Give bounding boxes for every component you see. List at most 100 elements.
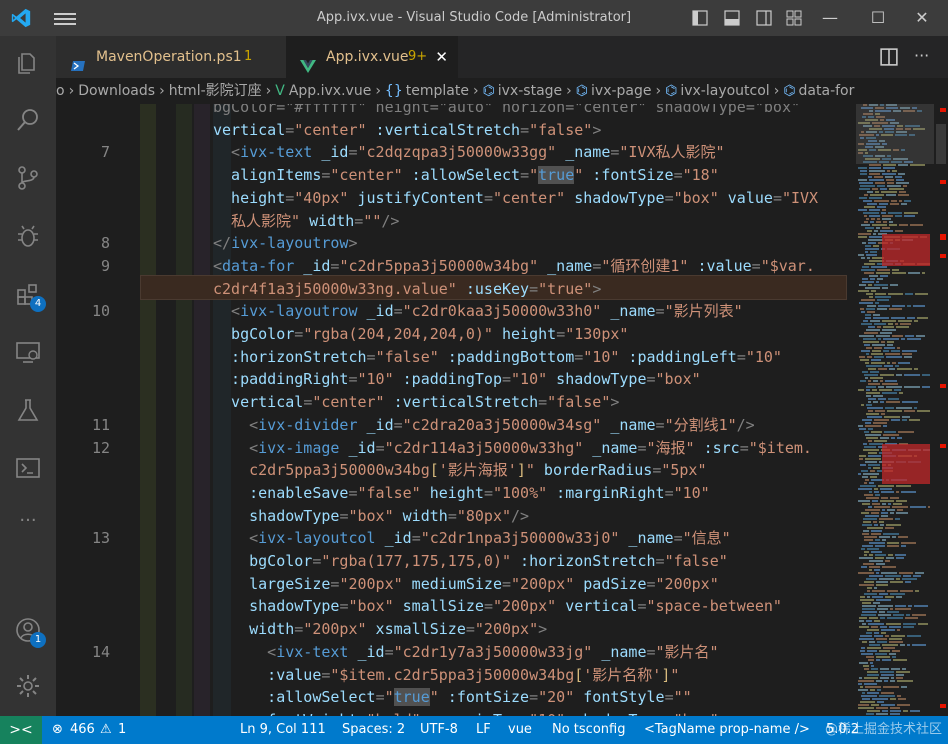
more-views-icon[interactable]: ··· [14,510,42,538]
code-line: shadowType="box" smallSize="200px" verti… [213,597,782,616]
vertical-scrollbar[interactable] [934,104,948,716]
symbol-icon: ⌬ [665,83,678,99]
vue-file-icon [300,49,316,73]
code-line: <ivx-divider _id="c2dra20a3j50000w34sg" … [213,415,755,434]
tag-name-status[interactable]: <TagName prop-name /> [644,716,810,744]
run-debug-icon[interactable] [14,222,42,250]
line-number: 11 [91,415,110,434]
split-editor-icon[interactable] [880,48,898,66]
tsconfig-status[interactable]: No tsconfig [552,716,625,744]
code-line: c2dr5ppa3j50000w34bg['影片海报']" borderRadi… [213,461,707,480]
code-line: <data-for _id="c2dr5ppa3j50000w34bg" _na… [213,256,815,275]
tab-label: MavenOperation.ps1 [96,49,242,65]
terminal-icon[interactable] [14,454,42,482]
code-line: :allowSelect="true" :fontSize="20" fontS… [213,688,692,707]
minimap-content [858,104,930,715]
tab-close-icon[interactable]: ✕ [435,36,448,78]
watermark: @稀土掘金技术社区 [824,722,942,737]
code-line: fontWeight="bold" :marginTop="10" shadow… [213,709,719,716]
code-line: vertical="center" :verticalStretch="fals… [213,120,602,139]
breadcrumb-item[interactable]: App.ivx.vue [289,78,371,104]
source-control-icon[interactable] [14,164,42,192]
code-line: </ivx-layoutrow> [213,234,358,253]
settings-gear-icon[interactable] [14,672,42,700]
editor-more-actions-icon[interactable]: ··· [914,46,929,65]
code-line: :enableSave="false" height="100%" :margi… [213,483,710,502]
customize-layout-icon[interactable] [786,10,802,26]
minimap[interactable] [856,104,934,716]
tab-app-ivx-vue[interactable]: App.ivx.vue 9+ ✕ [286,36,458,78]
code-line: alignItems="center" :allowSelect="true" … [213,166,719,185]
code-line: vertical="center" :verticalStretch="fals… [213,393,620,412]
code-line: <ivx-image _id="c2dr114a3j50000w33hg" _n… [213,438,812,457]
symbol-icon: ⌬ [575,83,589,99]
symbol-icon: ⌬ [482,83,495,99]
toggle-primary-sidebar-icon[interactable] [692,10,708,26]
code-line: <ivx-text _id="c2dqzqpa3j50000w33gg" _na… [213,143,725,162]
code-line: :value="$item.c2dr5ppa3j50000w34bg['影片名称… [213,665,680,684]
tab-problem-count: 1 [244,49,253,64]
symbol-icon: ⌬ [783,83,796,99]
tab-bar: MavenOperation.ps1 1 App.ivx.vue 9+ ✕ ··… [56,36,948,78]
warning-count[interactable]: 1 [118,716,126,744]
warning-icon: ⚠ [100,722,112,737]
code-line: c2dr4f1a3j50000w33ng.value" :useKey="tru… [213,279,602,298]
status-bar: >< ⊗ 466 ⚠ 1 Ln 9, Col 111 Spaces: 2 UTF… [0,716,948,744]
breadcrumb-item[interactable]: template [406,78,469,104]
tab-maven-operation[interactable]: MavenOperation.ps1 1 [56,36,286,78]
code-line: largeSize="200px" mediumSize="200px" pad… [213,574,719,593]
code-line: height="40px" justifyContent="center" sh… [213,188,819,207]
line-number: 14 [91,642,110,661]
cursor-position[interactable]: Ln 9, Col 111 [240,716,326,744]
accounts-badge: 1 [30,632,46,648]
minimap-slider[interactable] [856,104,934,164]
breadcrumb: o › Downloads › html-影院订座 › V App.ivx.vue ›{} tem… [56,78,948,104]
remote-explorer-icon[interactable] [14,338,42,366]
indent-guide [140,104,156,716]
breadcrumb-item[interactable]: ivx-layoutcol [680,78,769,104]
breadcrumb-item[interactable]: html-影院订座 [169,78,262,104]
line-number: 9 [100,256,110,275]
activity-bar: 4 ··· 1 [0,36,56,716]
code-editor[interactable]: bgColor="#ffffff" height="auto" horizon=… [56,104,856,716]
toggle-secondary-sidebar-icon[interactable] [756,10,772,26]
code-line: shadowType="box" width="80px"/> [213,506,530,525]
hamburger-menu-icon[interactable] [54,10,76,26]
code-line: :horizonStretch="false" :paddingBottom="… [213,347,782,366]
code-line: :paddingRight="10" :paddingTop="10" shad… [213,370,701,389]
close-window-button[interactable]: ✕ [908,4,936,32]
tab-problem-count: 9+ [408,49,428,64]
scrollbar-markers [936,108,946,708]
vscode-logo-icon [10,7,32,29]
end-of-line[interactable]: LF [476,716,491,744]
maximize-button[interactable]: ☐ [864,4,892,32]
code-line: <ivx-layoutrow _id="c2dr0kaa3j50000w33h0… [213,302,743,321]
error-count[interactable]: 466 [70,716,95,744]
code-line: 私人影院" width=""/> [213,211,400,230]
explorer-icon[interactable] [14,48,42,76]
indent-guide [176,104,192,716]
remote-indicator[interactable]: >< [0,716,42,744]
encoding[interactable]: UTF-8 [420,716,458,744]
line-number: 7 [100,143,110,162]
breadcrumb-item[interactable]: o [56,78,65,104]
code-line: bgColor="rgba(204,204,204,0)" height="13… [213,325,629,343]
indentation[interactable]: Spaces: 2 [342,716,405,744]
window-title: App.ivx.vue - Visual Studio Code [Admini… [316,10,632,25]
breadcrumb-item[interactable]: Downloads [78,78,155,104]
toggle-panel-icon[interactable] [724,10,740,26]
line-number: 10 [91,302,110,321]
breadcrumb-item[interactable]: ivx-stage [498,78,562,104]
code-line: <ivx-layoutcol _id="c2dr1npa3j50000w33j0… [213,529,731,548]
language-mode[interactable]: vue [508,716,532,744]
vue-file-icon: V [275,83,285,99]
symbol-icon: {} [384,83,403,99]
tab-label: App.ivx.vue [326,49,409,65]
breadcrumb-item[interactable]: ivx-page [591,78,651,104]
search-icon[interactable] [14,106,42,134]
minimize-button[interactable]: — [816,4,844,32]
line-number: 8 [100,234,110,253]
breadcrumb-item[interactable]: data-for [799,78,855,104]
indent-guide [194,104,210,716]
testing-icon[interactable] [14,396,42,424]
